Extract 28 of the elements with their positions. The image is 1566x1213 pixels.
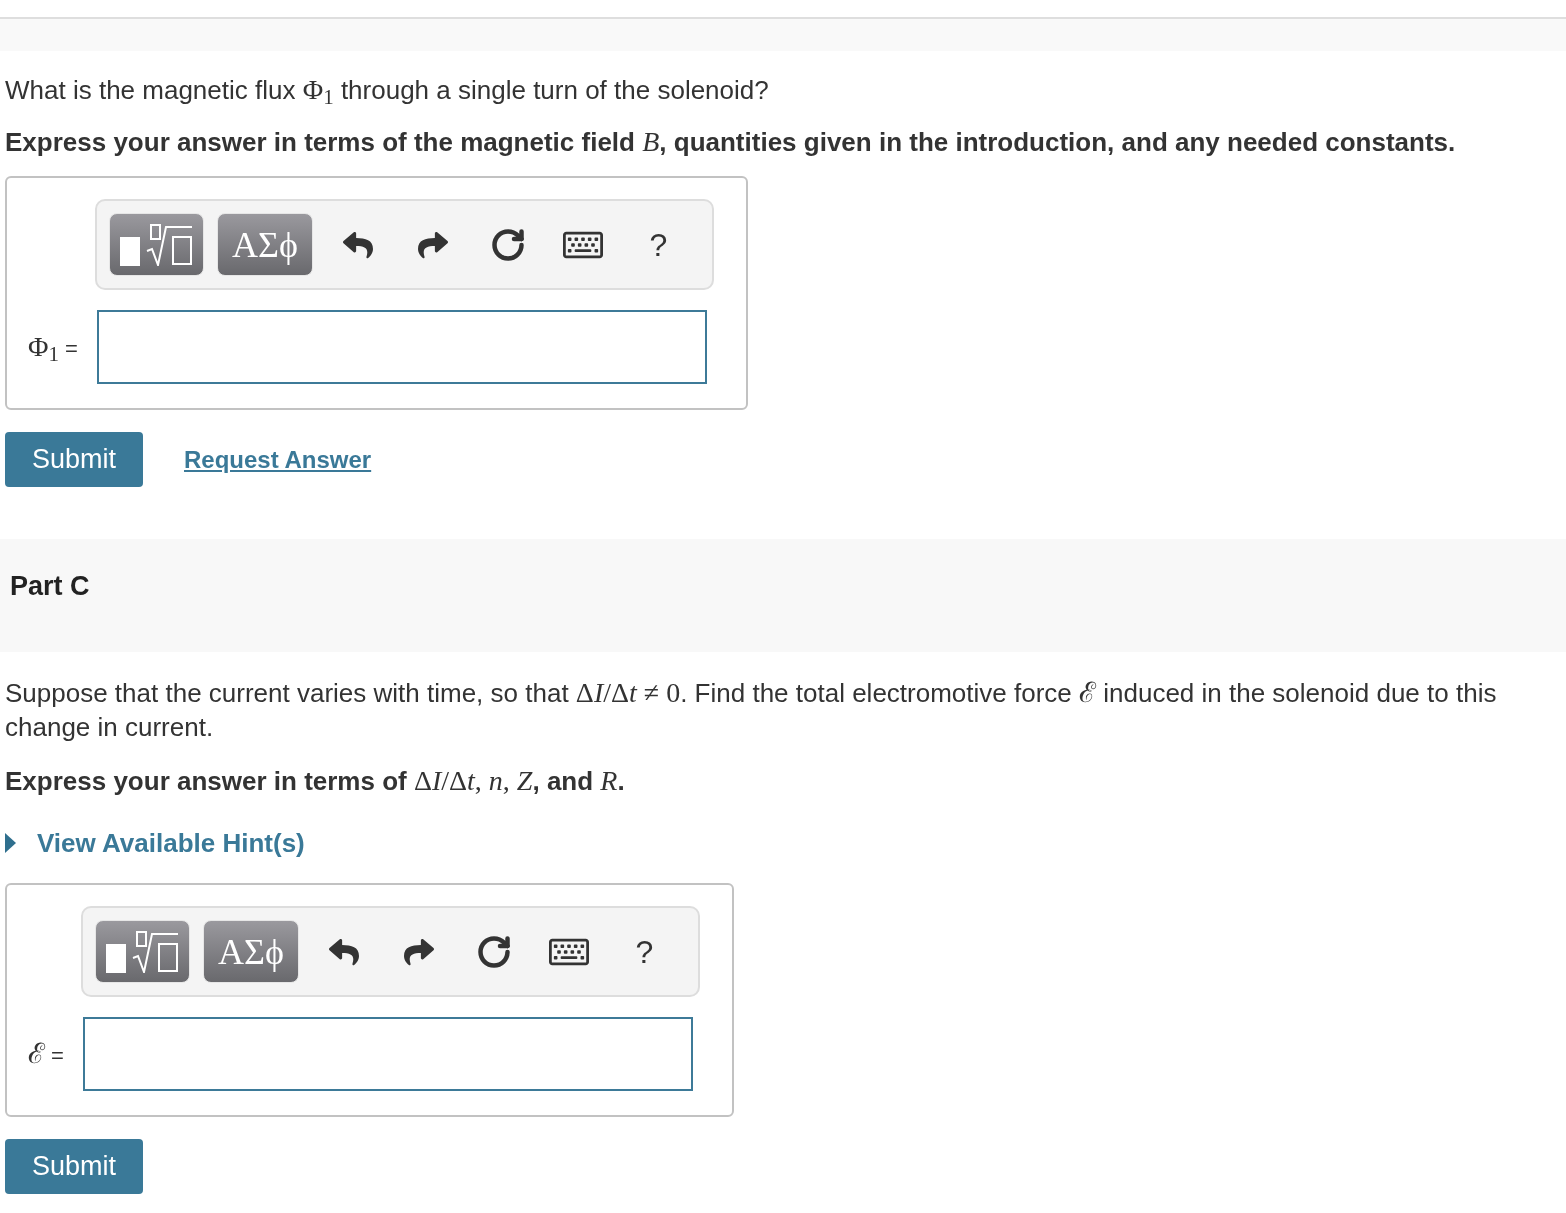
undo-icon[interactable] [329,936,360,967]
redo-icon[interactable] [404,936,435,967]
instruction-text: Express your answer in terms of ΔI/Δt, n, Z, and R. [5,765,626,797]
symbols-button[interactable]: ΑΣϕ [202,920,299,983]
question-text: What is the magnetic flux Φ$_{1}$ through a single turn of the solenoid? [5,74,770,106]
math-template-icon [105,930,179,973]
help-button[interactable]: ? [649,228,668,261]
help-button[interactable]: ? [635,935,654,968]
answer-field[interactable] [82,1017,693,1091]
redo-icon[interactable] [418,229,449,260]
submit-button[interactable]: Submit [5,1139,143,1194]
symbols-button[interactable]: ΑΣϕ [216,213,313,276]
reset-icon[interactable] [490,226,527,263]
question-text: Suppose that the current varies with time, so that ΔI/Δt ≠ 0. Find the total electromotive force ℰ induced in the solenoid due to this change in current. [5,676,1498,744]
request-answer-link[interactable]: Request Answer [184,441,372,478]
answer-label: ℰ = [28,1037,64,1071]
math-template-icon [119,223,193,266]
instruction-text: Express your answer in terms of the magnetic field B, quantities given in the introduction, and any needed constants. [5,126,1457,158]
submit-button[interactable]: Submit [5,432,143,487]
answer-field[interactable] [96,310,707,384]
templates-button[interactable] [108,213,204,276]
hints-link[interactable]: View Available Hint(s) [37,823,305,863]
part-title: Part C [10,570,91,602]
undo-icon[interactable] [343,229,374,260]
answer-label: Φ$_{1}$ = [28,330,78,368]
reset-icon[interactable] [476,933,513,970]
caret-icon[interactable] [5,833,16,853]
templates-button[interactable] [94,920,190,983]
